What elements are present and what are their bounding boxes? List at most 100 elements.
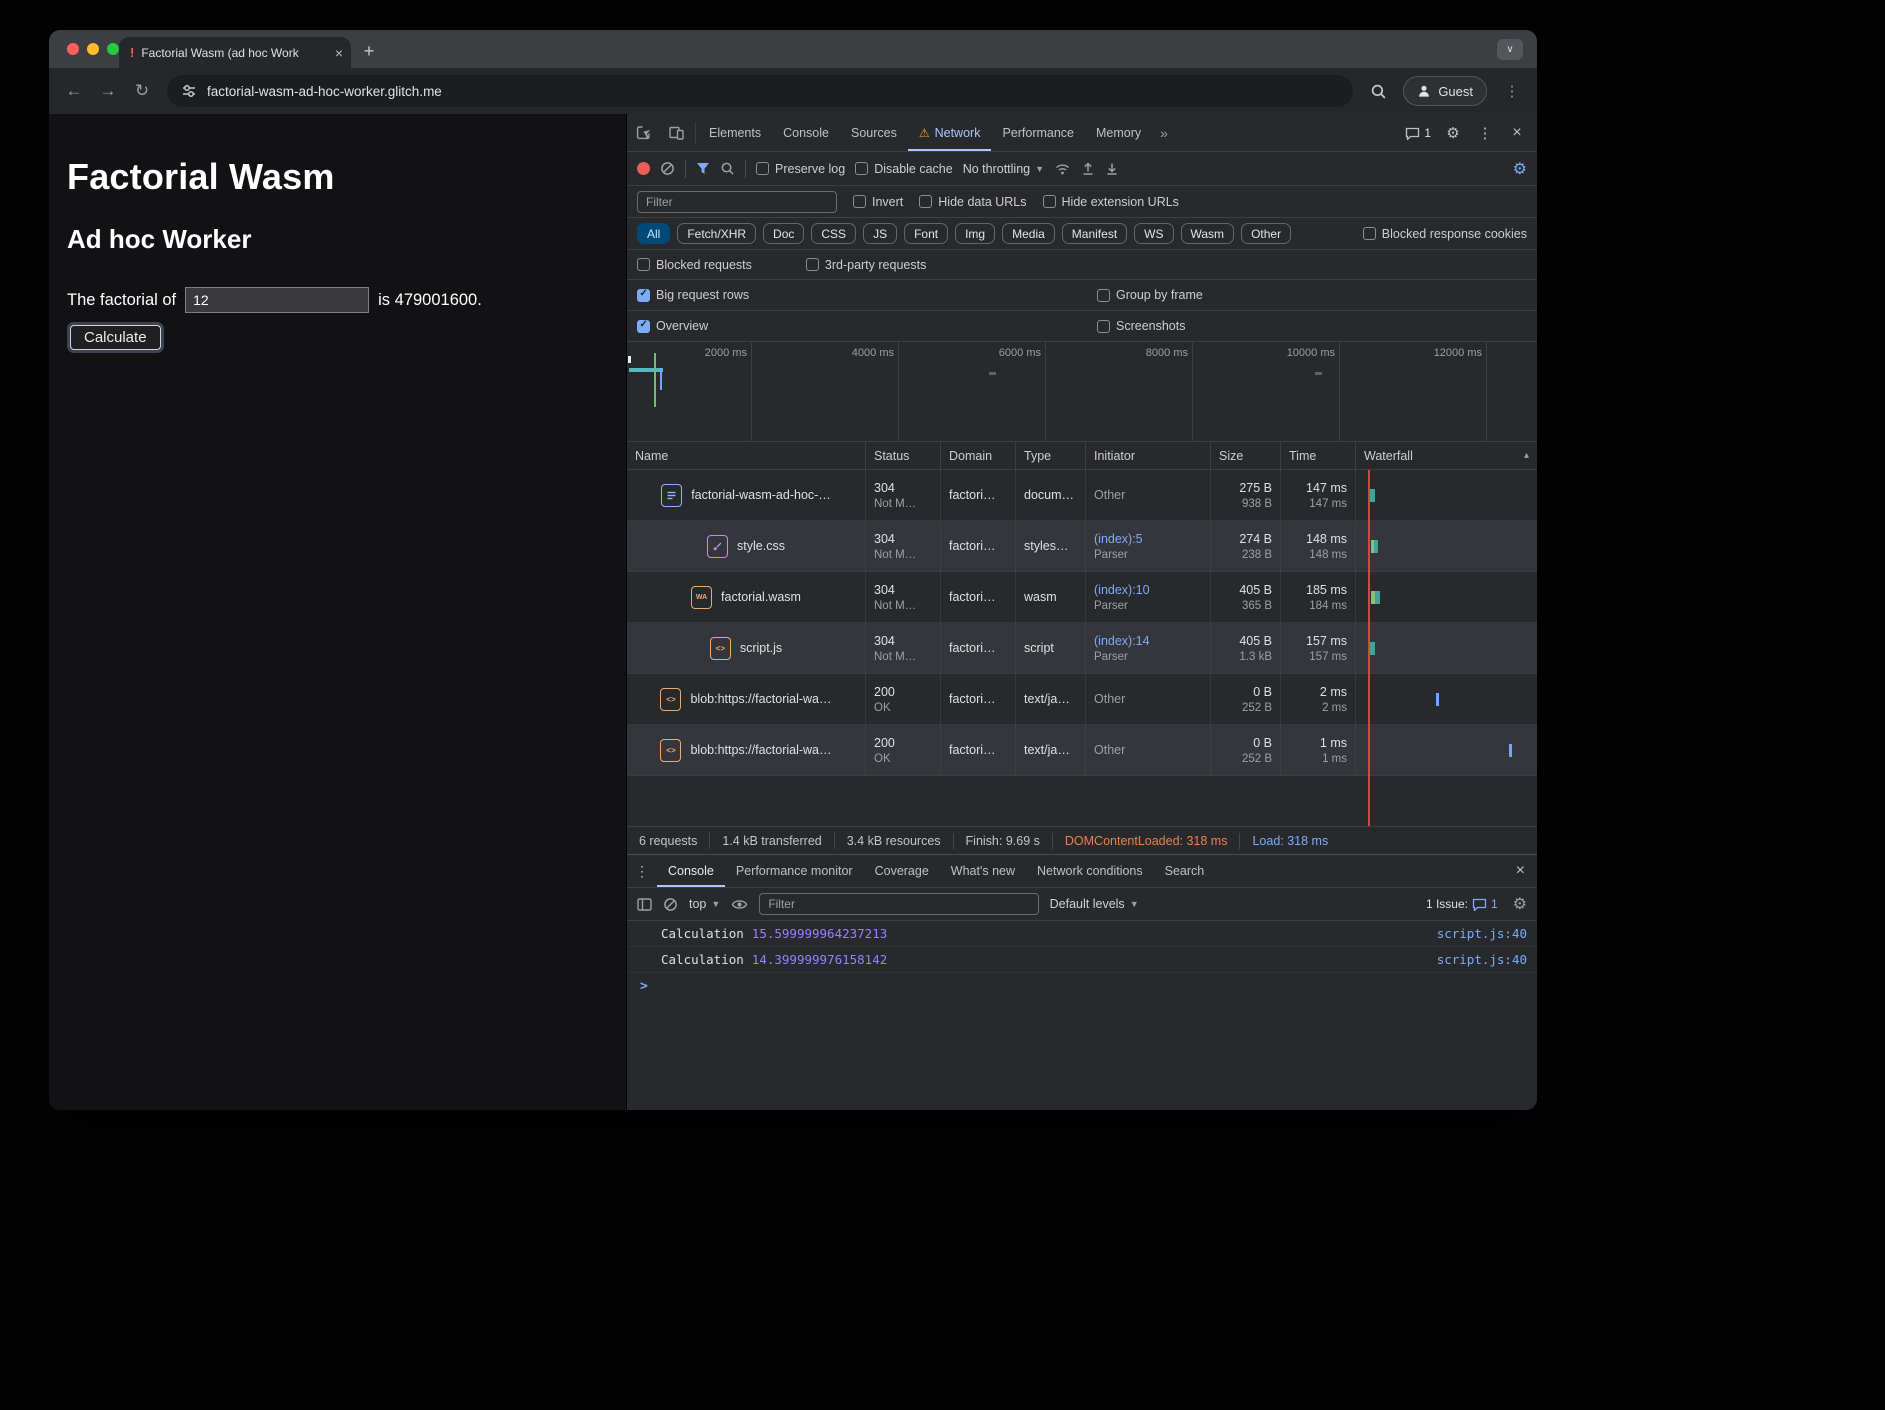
console-prompt[interactable]: > (627, 973, 1537, 999)
blocked-requests-checkbox[interactable]: Blocked requests (637, 258, 752, 272)
screenshots-checkbox[interactable]: Screenshots (1097, 319, 1185, 333)
clear-console-icon[interactable] (663, 897, 678, 912)
profile-chip[interactable]: Guest (1403, 76, 1487, 106)
column-header-size[interactable]: Size (1211, 442, 1281, 469)
url-bar[interactable]: factorial-wasm-ad-hoc-worker.glitch.me (167, 75, 1353, 107)
table-row[interactable]: style.css 304Not M… factori… styles… (in… (627, 521, 1537, 572)
network-overview-timeline[interactable]: 2000 ms 4000 ms 6000 ms 8000 ms 10000 ms… (627, 342, 1537, 442)
throttling-dropdown[interactable]: No throttling▼ (963, 162, 1044, 176)
drawer-tab-network-conditions[interactable]: Network conditions (1026, 855, 1154, 887)
new-tab-button[interactable]: + (355, 37, 383, 65)
more-tabs-icon[interactable]: » (1152, 125, 1176, 141)
import-har-icon[interactable] (1081, 161, 1095, 176)
network-settings-gear-icon[interactable]: ⚙ (1513, 159, 1527, 179)
hide-extension-urls-checkbox[interactable]: Hide extension URLs (1043, 195, 1179, 209)
preserve-log-checkbox[interactable]: Preserve log (756, 162, 845, 176)
console-message[interactable]: Calculation 14.399999976158142 script.js… (627, 947, 1537, 973)
column-header-initiator[interactable]: Initiator (1086, 442, 1211, 469)
table-row[interactable]: <> blob:https://factorial-wa… 200OK fact… (627, 674, 1537, 725)
filter-chip-fetch-xhr[interactable]: Fetch/XHR (677, 223, 756, 244)
column-header-time[interactable]: Time (1281, 442, 1356, 469)
clear-network-log-icon[interactable] (660, 161, 675, 176)
filter-chip-manifest[interactable]: Manifest (1062, 223, 1127, 244)
big-request-rows-checkbox[interactable]: Big request rows (637, 288, 749, 302)
filter-chip-font[interactable]: Font (904, 223, 948, 244)
column-header-domain[interactable]: Domain (941, 442, 1016, 469)
tab-memory[interactable]: Memory (1085, 114, 1152, 151)
initiator-link[interactable]: (index):10 (1094, 583, 1202, 597)
record-network-log-button[interactable] (637, 162, 650, 175)
filter-chip-ws[interactable]: WS (1134, 223, 1173, 244)
filter-chip-doc[interactable]: Doc (763, 223, 804, 244)
back-button[interactable]: ← (59, 76, 89, 106)
tab-search-chevron-icon[interactable]: ∨ (1497, 39, 1523, 60)
console-settings-gear-icon[interactable]: ⚙ (1513, 894, 1527, 914)
column-header-status[interactable]: Status (866, 442, 941, 469)
network-conditions-icon[interactable] (1054, 162, 1071, 176)
disable-cache-checkbox[interactable]: Disable cache (855, 162, 953, 176)
reload-button[interactable]: ↻ (127, 76, 157, 106)
inspect-element-icon[interactable] (627, 114, 660, 151)
hide-data-urls-checkbox[interactable]: Hide data URLs (919, 195, 1026, 209)
tab-close-icon[interactable]: × (335, 45, 343, 61)
filter-funnel-icon[interactable] (696, 162, 710, 175)
close-window-button[interactable] (67, 43, 79, 55)
search-icon[interactable] (720, 161, 735, 176)
forward-button[interactable]: → (93, 76, 123, 106)
zoom-icon[interactable] (1363, 76, 1393, 106)
drawer-tab-search[interactable]: Search (1154, 855, 1216, 887)
issues-counter[interactable]: 1 Issue: 1 (1422, 897, 1502, 911)
drawer-tab-console[interactable]: Console (657, 855, 725, 887)
initiator-link[interactable]: (index):14 (1094, 634, 1202, 648)
site-settings-icon[interactable] (181, 83, 197, 99)
overview-checkbox[interactable]: Overview (637, 319, 708, 333)
tab-console[interactable]: Console (772, 114, 840, 151)
devtools-settings-gear-icon[interactable]: ⚙ (1439, 119, 1467, 147)
live-expression-eye-icon[interactable] (731, 898, 748, 911)
log-levels-dropdown[interactable]: Default levels▼ (1050, 897, 1139, 911)
network-filter-input[interactable] (637, 191, 837, 213)
table-row[interactable]: <> script.js 304Not M… factori… script (… (627, 623, 1537, 674)
console-message[interactable]: Calculation 15.599999964237213 script.js… (627, 921, 1537, 947)
filter-chip-wasm[interactable]: Wasm (1181, 223, 1235, 244)
message-source-link[interactable]: script.js:40 (1437, 926, 1527, 941)
tab-performance[interactable]: Performance (991, 114, 1085, 151)
table-row[interactable]: <> blob:https://factorial-wa… 200OK fact… (627, 725, 1537, 776)
devtools-menu-kebab-icon[interactable]: ⋮ (1471, 119, 1499, 147)
filter-chip-img[interactable]: Img (955, 223, 995, 244)
column-header-name[interactable]: Name (627, 442, 866, 469)
drawer-tab-coverage[interactable]: Coverage (864, 855, 940, 887)
javascript-context-dropdown[interactable]: top▼ (689, 897, 720, 911)
export-har-icon[interactable] (1105, 161, 1119, 176)
devtools-close-icon[interactable]: × (1503, 119, 1531, 147)
filter-chip-media[interactable]: Media (1002, 223, 1055, 244)
drawer-tab-whats-new[interactable]: What's new (940, 855, 1026, 887)
filter-chip-all[interactable]: All (637, 223, 670, 244)
column-header-waterfall[interactable]: Waterfall ▴ (1356, 442, 1537, 469)
invert-checkbox[interactable]: Invert (853, 195, 903, 209)
minimize-window-button[interactable] (87, 43, 99, 55)
console-messages-badge[interactable]: 1 (1401, 126, 1435, 140)
drawer-menu-kebab-icon[interactable]: ⋮ (627, 863, 657, 880)
console-sidebar-icon[interactable] (637, 898, 652, 911)
tab-network[interactable]: ⚠ Network (908, 114, 992, 151)
browser-tab[interactable]: ! Factorial Wasm (ad hoc Work × (119, 37, 351, 68)
table-row[interactable]: WA factorial.wasm 304Not M… factori… was… (627, 572, 1537, 623)
device-toolbar-icon[interactable] (660, 114, 693, 151)
filter-chip-css[interactable]: CSS (811, 223, 856, 244)
drawer-close-icon[interactable]: × (1504, 862, 1537, 880)
maximize-window-button[interactable] (107, 43, 119, 55)
blocked-response-cookies-checkbox[interactable]: Blocked response cookies (1363, 227, 1527, 241)
console-filter-input[interactable] (759, 893, 1038, 915)
initiator-link[interactable]: (index):5 (1094, 532, 1202, 546)
column-header-type[interactable]: Type (1016, 442, 1086, 469)
calculate-button[interactable]: Calculate (70, 325, 161, 350)
filter-chip-js[interactable]: JS (863, 223, 897, 244)
message-source-link[interactable]: script.js:40 (1437, 952, 1527, 967)
filter-chip-other[interactable]: Other (1241, 223, 1291, 244)
tab-sources[interactable]: Sources (840, 114, 908, 151)
third-party-requests-checkbox[interactable]: 3rd-party requests (806, 258, 926, 272)
browser-menu-kebab-icon[interactable]: ⋮ (1497, 76, 1527, 106)
factorial-input[interactable] (185, 287, 369, 313)
drawer-tab-performance-monitor[interactable]: Performance monitor (725, 855, 864, 887)
